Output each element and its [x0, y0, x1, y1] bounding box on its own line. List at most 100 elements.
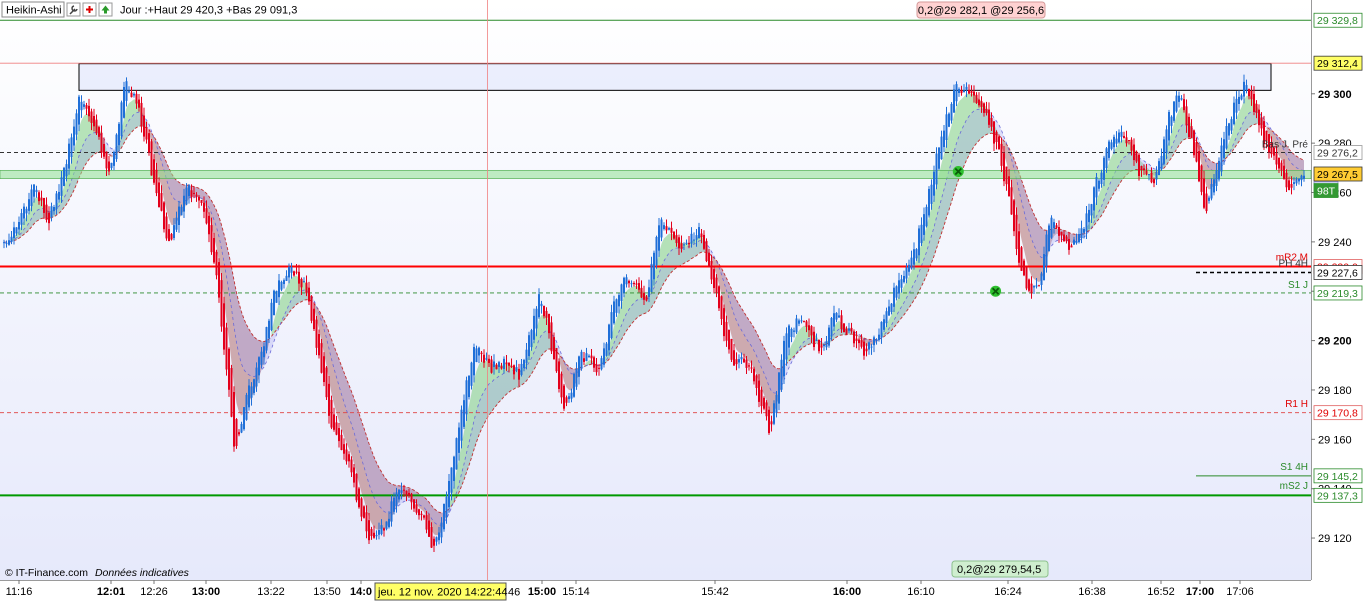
candle-body [978, 99, 980, 106]
candle-body [1228, 123, 1230, 136]
candle-body [403, 489, 405, 491]
candle-body [368, 520, 370, 541]
candle-body [405, 490, 408, 497]
candle-body [635, 283, 638, 285]
candle-body [255, 367, 258, 387]
resistance-zone-box[interactable] [78, 63, 1272, 91]
price-marker-11[interactable]: 29 137,3 [1313, 487, 1363, 503]
price-marker-1[interactable]: 29 312,4 [1313, 55, 1363, 71]
candle-body [43, 197, 45, 213]
candle-body [1158, 161, 1160, 176]
candle-body [705, 240, 708, 262]
candle-body [763, 397, 765, 409]
candle-body [293, 271, 295, 276]
candle-body [833, 313, 835, 327]
price-marker-7[interactable]: 29 227,6 [1313, 265, 1363, 280]
candle-body [420, 513, 423, 515]
candle-body [85, 105, 88, 109]
candle-body [355, 473, 358, 501]
candle-body [623, 277, 625, 293]
candle-body [90, 111, 93, 123]
candle-body [250, 386, 253, 398]
candle [253, 378, 255, 396]
candle-body [363, 506, 365, 518]
candle-body [1215, 170, 1218, 186]
candle-body [863, 341, 865, 356]
candle-body [265, 327, 268, 351]
candle-body [15, 227, 18, 234]
candle-body [268, 320, 270, 339]
candle-body [713, 269, 715, 289]
candle [705, 238, 708, 263]
candle-body [243, 407, 245, 430]
price-marker-0[interactable]: 29 329,8 [1313, 12, 1363, 28]
price-marker-9[interactable]: 29 170,8 [1313, 405, 1363, 421]
candle-body [1015, 214, 1018, 249]
candle-body [270, 302, 273, 331]
candle-body [643, 293, 645, 300]
candle-body [580, 351, 583, 369]
candle-body [570, 392, 573, 399]
support-zone-band[interactable] [0, 169, 1312, 179]
candle [1173, 101, 1175, 123]
cross-marker-2[interactable] [990, 285, 1002, 297]
price-marker-10[interactable]: 29 145,2 [1313, 468, 1363, 484]
price-marker-label: 29 137,3 [1317, 490, 1358, 502]
candle-body [698, 227, 700, 239]
candle-body [768, 409, 770, 434]
candle-body [1043, 254, 1045, 281]
candle-body [818, 339, 820, 352]
candle-body [365, 512, 368, 532]
candle-body [865, 348, 868, 352]
candle-body [1058, 226, 1060, 236]
candle [225, 322, 228, 376]
candle [323, 352, 325, 387]
candle-body [985, 108, 988, 114]
candle-body [1280, 162, 1283, 171]
candle-body [920, 224, 923, 244]
arrow-up-icon[interactable] [98, 2, 113, 17]
candle-body [1303, 175, 1305, 179]
candle-body [1298, 178, 1300, 182]
candle-body [895, 286, 898, 298]
price-marker-5[interactable]: 98T [1313, 183, 1339, 198]
price-marker-label: 98T [1317, 186, 1336, 198]
cross-marker-1[interactable] [952, 166, 964, 177]
candle-body [318, 334, 320, 356]
candle-body [323, 356, 325, 383]
candle [938, 146, 940, 170]
candle-body [1290, 183, 1293, 188]
candle [325, 365, 328, 401]
candle [998, 134, 1000, 150]
remove-indicator-icon[interactable] [82, 2, 97, 17]
candle-body [870, 346, 873, 348]
candle-body [860, 340, 863, 347]
candle [655, 235, 658, 269]
candle-body [733, 350, 735, 366]
candle-body [703, 234, 705, 249]
candle-body [310, 295, 313, 321]
candle-body [400, 490, 403, 493]
candle [443, 503, 445, 532]
level-label-3: S1 J [1288, 280, 1308, 291]
candle-body [875, 339, 878, 341]
price-marker-2[interactable]: 29 276,2 [1313, 145, 1363, 160]
price-marker-8[interactable]: 29 219,3 [1313, 285, 1363, 301]
candle-body [1055, 225, 1058, 228]
candle-body [608, 324, 610, 351]
candle-body [1165, 129, 1168, 154]
candle [1200, 164, 1203, 196]
candle-body [803, 321, 805, 323]
candle-body [735, 359, 738, 365]
wrench-icon[interactable] [66, 2, 81, 17]
candle-body [208, 215, 210, 235]
candle-body [730, 338, 733, 360]
price-marker-label: 29 145,2 [1317, 471, 1358, 483]
candle-body [458, 427, 460, 453]
price-chart[interactable]: Bas J. PrémR2 MPH 4HS1 JR1 HS1 4HmS2 J 2… [0, 0, 1364, 607]
candle [228, 347, 230, 397]
price-marker-3[interactable]: 29 267,5 [1313, 166, 1363, 182]
candle-body [495, 364, 498, 370]
candle-body [445, 496, 448, 518]
candle-body [640, 287, 643, 298]
